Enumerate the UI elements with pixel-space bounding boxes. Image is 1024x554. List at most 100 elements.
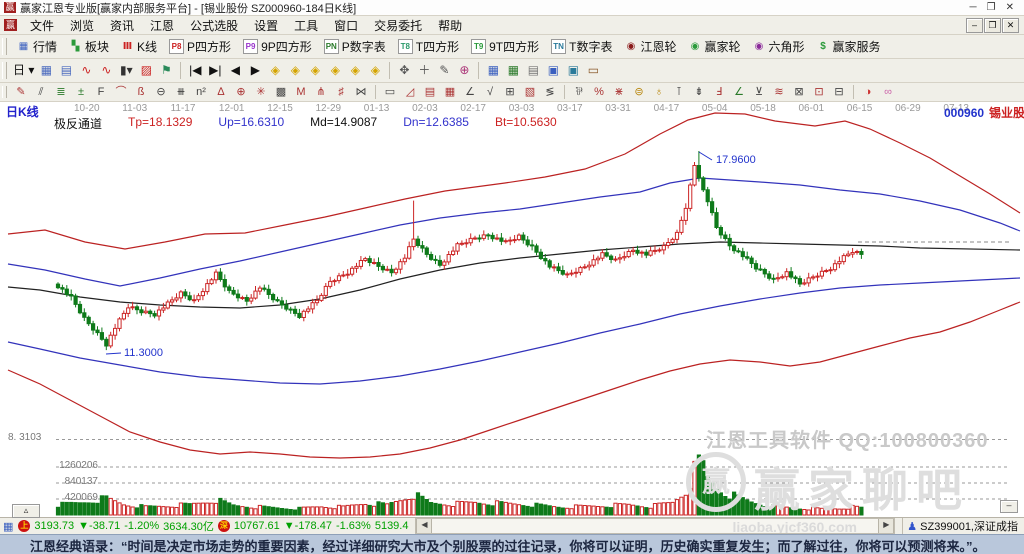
toolbar-draw-spiral[interactable]: ß [131,86,151,99]
toolbar-zigzag-icon-1[interactable]: ∿ [76,63,96,78]
scroll-right-button[interactable]: ▶ [878,519,895,533]
toolbar-t-digit-table[interactable]: TN T数字表 [545,36,618,57]
toolbar-crosshair-tool[interactable]: ＋ [414,63,434,78]
toolbar-hand-tool[interactable]: ✥ [394,63,414,78]
toolbar-remote-pc-icon[interactable]: ▣ [563,63,583,78]
toolbar-step-back-button[interactable]: ◀ [225,63,245,78]
toolbar-gann-diamond-1[interactable]: ◈ [265,63,285,78]
toolbar-t-square[interactable]: T8 T四方形 [392,36,465,57]
toolbar-draw-shade[interactable]: ▧ [520,86,540,99]
toolbar-draw-wheel[interactable]: ⊕ [231,86,251,99]
selected-index-panel[interactable]: ♟ SZ399001,深证成指 [902,518,1022,534]
toolbar-box-minus[interactable]: ⊟ [829,86,849,99]
horizontal-scrollbar[interactable]: ◀ liaoba.yjcf360.com ▶ [415,518,896,534]
toolbar-save-icon[interactable]: ▣ [543,63,563,78]
indicator-name[interactable]: 极反通道 [54,115,102,132]
toolbar-draw-channel[interactable]: ⋈ [351,86,371,99]
toolbar-first-bar-button[interactable]: |◀ [185,63,205,78]
grid-icon[interactable]: ▦ [3,520,13,533]
toolbar-split-tool[interactable]: ⊺ [669,86,689,99]
toolbar-kline[interactable]: Ⅲ K线 [115,36,163,57]
menu-帮助[interactable]: 帮助 [430,16,470,35]
close-button[interactable]: ✕ [1006,2,1014,13]
toolbar-winner-wheel[interactable]: ◉ 赢家轮 [682,36,746,57]
menu-窗口[interactable]: 窗口 [326,16,366,35]
toolbar-gann-diamond-2[interactable]: ◈ [285,63,305,78]
toolbar-draw-arc[interactable]: ⌒ [111,86,131,99]
toolbar-drop-lines[interactable]: ⇟ [689,86,709,99]
mdi-minimize-button[interactable]: – [966,17,983,33]
toolbar-draw-check[interactable]: √ [480,86,500,99]
toolbar-draw-hatch[interactable]: ⫽ [31,86,51,99]
menu-浏览[interactable]: 浏览 [62,16,102,35]
menu-资讯[interactable]: 资讯 [102,16,142,35]
toolbar-draw-rect[interactable]: ▭ [380,86,400,99]
toolbar-p-square[interactable]: P8 P四方形 [163,36,237,57]
menu-交易委托[interactable]: 交易委托 [366,16,430,35]
minimize-button[interactable]: ─ [970,2,977,13]
toolbar-candle-style-dropdown[interactable]: ▮▾ [116,63,136,78]
toolbar-p-digit-table[interactable]: PN P数字表 [318,36,392,57]
toolbar-golden-section[interactable]: ♁ [649,86,669,99]
toolbar-draw-panel[interactable]: ▤ [420,86,440,99]
toolbar-period-day-dropdown[interactable]: 日 ▾ [11,63,36,78]
toolbar-calculator-icon[interactable]: ▦ [503,63,523,78]
toolbar-percent-tool[interactable]: % [589,86,609,99]
toolbar-pencil-tool[interactable]: ✎ [434,63,454,78]
toolbar-draw-gann-fan-dn[interactable]: ♯ [331,86,351,99]
toolbar-gann-wheel[interactable]: ◉ 江恩轮 [618,36,682,57]
menu-文件[interactable]: 文件 [22,16,62,35]
toolbar-wedge-tool[interactable]: ⊻ [749,86,769,99]
toolbar-sectors[interactable]: ▚ 板块 [63,36,115,57]
toolbar-draw-fib[interactable]: F [91,86,111,99]
toolbar-calendar-icon[interactable]: ▦ [483,63,503,78]
toolbar-infinity-icon[interactable]: ∞ [878,86,898,99]
toolbar-box-x[interactable]: ⊠ [789,86,809,99]
toolbar-draw-gann-fan-up[interactable]: ⋔ [311,86,331,99]
toolbar-draw-pencil[interactable]: ✎ [11,86,31,99]
toolbar-notes-icon[interactable]: ▤ [523,63,543,78]
menu-公式选股[interactable]: 公式选股 [182,16,246,35]
menu-设置[interactable]: 设置 [246,16,286,35]
toolbar-9t-square[interactable]: T9 9T四方形 [465,36,545,57]
toolbar-box-dot[interactable]: ⊡ [809,86,829,99]
shanghai-index-icon[interactable]: 上 [18,520,31,532]
toolbar-draw-table[interactable]: ⊞ [500,86,520,99]
scrollbar-track[interactable]: liaoba.yjcf360.com [432,519,878,533]
menu-工具[interactable]: 工具 [286,16,326,35]
toolbar-draw-grid-lines[interactable]: ≣ [51,86,71,99]
toolbar-quotes[interactable]: ▦ 行情 [11,36,63,57]
toolbar-draw-angle-fan[interactable]: ◿ [400,86,420,99]
maximize-button[interactable]: ❐ [987,2,996,13]
toolbar-draw-star[interactable]: ✳ [251,86,271,99]
menu-江恩[interactable]: 江恩 [142,16,182,35]
period-label[interactable]: 日K线 [6,103,39,120]
toolbar-wave-lines[interactable]: ≋ [769,86,789,99]
toolbar-red-frame-icon[interactable]: ▨ [136,63,156,78]
toolbar-ratio-tool[interactable]: ⅌ [569,86,589,99]
mdi-app-icon[interactable]: 赢 [4,19,17,31]
toolbar-draw-cycle[interactable]: ⊖ [151,86,171,99]
toolbar-chart-window-icon[interactable]: ▦ [36,63,56,78]
toolbar-percent-lines[interactable]: ⋇ [609,86,629,99]
toolbar-info-board-icon[interactable]: ▤ [56,63,76,78]
toolbar-gann-diamond-3[interactable]: ◈ [305,63,325,78]
toolbar-draw-comb[interactable]: ⧻ [171,86,191,99]
toolbar-angle-line[interactable]: ∠ [729,86,749,99]
toolbar-draw-n2[interactable]: n² [191,86,211,99]
toolbar-draw-zig[interactable]: ≶ [540,86,560,99]
toolbar-flip-tool[interactable]: Ⅎ [709,86,729,99]
toolbar-draw-screen[interactable]: ▦ [440,86,460,99]
toolbar-golden-circle[interactable]: ⊜ [629,86,649,99]
toolbar-gann-diamond-5[interactable]: ◈ [345,63,365,78]
toolbar-gann-diamond-6[interactable]: ◈ [365,63,385,78]
toolbar-flag-icon[interactable]: ⚑ [156,63,176,78]
toolbar-draw-levels[interactable]: ± [71,86,91,99]
toolbar-mini-wheel-tool[interactable]: ⊕ [454,63,474,78]
toolbar-step-forward-button[interactable]: ▶ [245,63,265,78]
toolbar-draw-box-grid[interactable]: ▩ [271,86,291,99]
toolbar-taiji-icon[interactable]: ◑ [858,86,878,99]
mdi-maximize-button[interactable]: ❐ [984,17,1001,33]
shenzhen-index-icon[interactable]: 深 [217,520,230,532]
toolbar-draw-angle[interactable]: ∠ [460,86,480,99]
